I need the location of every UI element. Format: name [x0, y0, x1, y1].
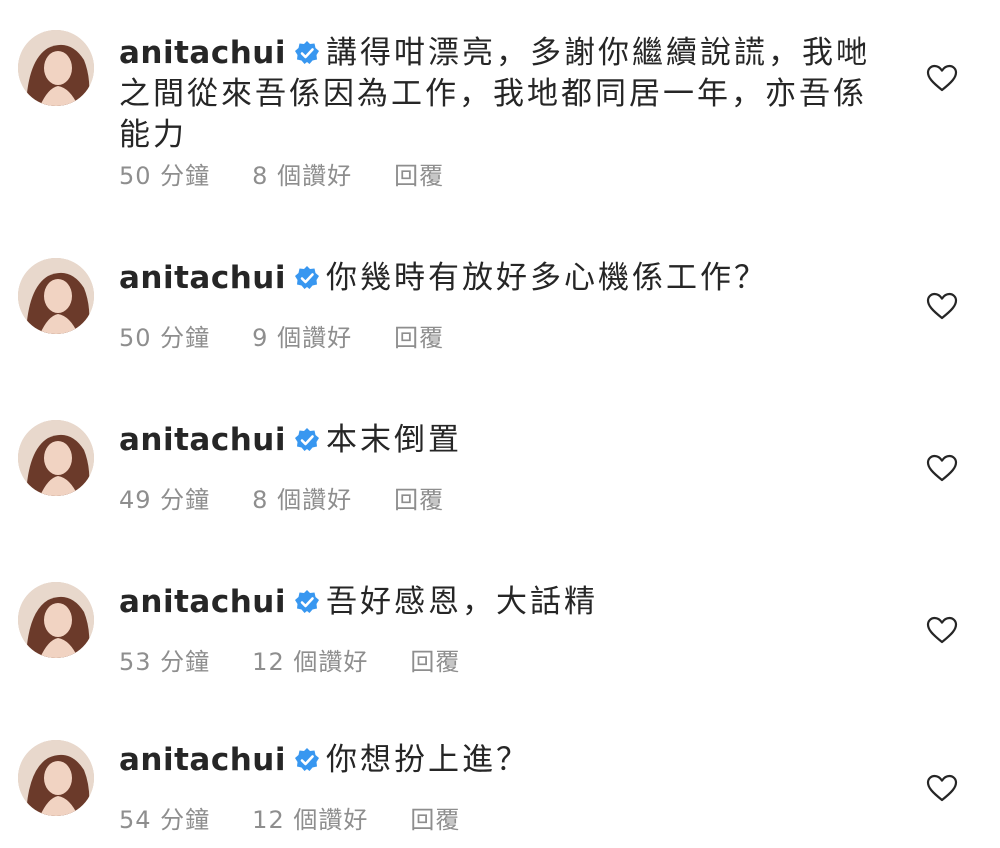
comment-meta: 50 分鐘 9 個讚好 回覆 [119, 318, 444, 353]
heart-outline-icon[interactable] [926, 774, 958, 802]
comment-content: anitachui 你幾時有放好多心機係工作？ [119, 258, 879, 299]
comment-timestamp: 50 分鐘 [119, 162, 211, 190]
reply-button[interactable]: 回覆 [394, 480, 444, 515]
reply-button[interactable]: 回覆 [394, 156, 444, 191]
comment-likes-count[interactable]: 12 個讚好 [252, 800, 368, 835]
avatar[interactable] [18, 258, 94, 334]
avatar[interactable] [18, 420, 94, 496]
reply-button[interactable]: 回覆 [410, 642, 460, 677]
comment-timestamp: 50 分鐘 [119, 324, 211, 352]
reply-button[interactable]: 回覆 [410, 800, 460, 835]
comment-meta: 49 分鐘 8 個讚好 回覆 [119, 480, 444, 515]
verified-badge-icon [294, 265, 320, 291]
comment-content: anitachui 吾好感恩，大話精 [119, 582, 879, 623]
comment-meta: 54 分鐘 12 個讚好 回覆 [119, 800, 460, 835]
verified-badge-icon [294, 427, 320, 453]
avatar[interactable] [18, 30, 94, 106]
comment-list: anitachui 講得咁漂亮，多謝你繼續說謊，我哋之間從來吾係因為工作，我地都同… [0, 0, 1000, 848]
verified-badge-icon [294, 40, 320, 66]
heart-outline-icon[interactable] [926, 292, 958, 320]
comment-meta: 53 分鐘 12 個讚好 回覆 [119, 642, 460, 677]
avatar[interactable] [18, 740, 94, 816]
comment-likes-count[interactable]: 12 個讚好 [252, 642, 368, 677]
comment-content: anitachui 本末倒置 [119, 420, 879, 461]
comment-meta: 50 分鐘 8 個讚好 回覆 [119, 156, 444, 191]
comment-content: anitachui 講得咁漂亮，多謝你繼續說謊，我哋之間從來吾係因為工作，我地都同… [119, 33, 879, 156]
verified-badge-icon [294, 747, 320, 773]
comment-text: 你想扮上進？ [326, 742, 530, 778]
comment-username[interactable]: anitachui [119, 422, 286, 458]
comment-text: 吾好感恩，大話精 [326, 584, 598, 620]
comment-likes-count[interactable]: 8 個讚好 [252, 156, 352, 191]
comment-content: anitachui 你想扮上進？ [119, 740, 879, 781]
comment-text: 本末倒置 [326, 422, 462, 458]
comment-timestamp: 54 分鐘 [119, 806, 211, 834]
heart-outline-icon[interactable] [926, 616, 958, 644]
reply-button[interactable]: 回覆 [394, 318, 444, 353]
comment-likes-count[interactable]: 9 個讚好 [252, 318, 352, 353]
verified-badge-icon [294, 589, 320, 615]
comment-text: 你幾時有放好多心機係工作？ [326, 260, 768, 296]
avatar[interactable] [18, 582, 94, 658]
heart-outline-icon[interactable] [926, 64, 958, 92]
comment-username[interactable]: anitachui [119, 260, 286, 296]
comment-username[interactable]: anitachui [119, 742, 286, 778]
comment-username[interactable]: anitachui [119, 35, 286, 71]
comment-likes-count[interactable]: 8 個讚好 [252, 480, 352, 515]
comment-timestamp: 53 分鐘 [119, 648, 211, 676]
comment-timestamp: 49 分鐘 [119, 486, 211, 514]
heart-outline-icon[interactable] [926, 454, 958, 482]
comment-username[interactable]: anitachui [119, 584, 286, 620]
